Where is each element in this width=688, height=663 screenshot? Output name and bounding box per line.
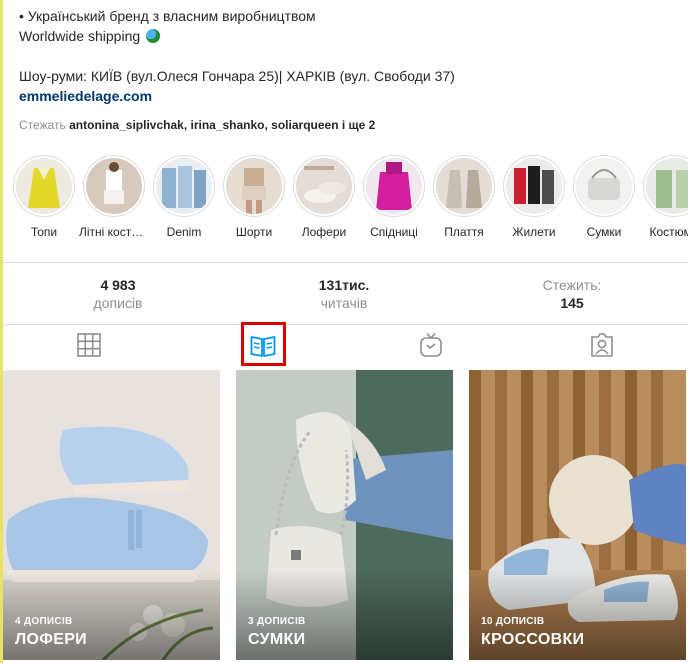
guide-card-loafers[interactable]: 4 ДОПИСІВ ЛОФЕРИ [3, 370, 220, 660]
stats-divider-top [3, 262, 688, 263]
stats-divider-bottom [3, 324, 688, 325]
tab-tagged[interactable] [589, 332, 615, 358]
highlight-suits[interactable]: Костюми [639, 155, 688, 239]
highlight-dresses[interactable]: Плаття [429, 155, 499, 239]
posts-label: дописів [93, 295, 143, 311]
following-stat[interactable]: Стежить: 145 [524, 276, 620, 312]
followed-by-text[interactable]: Стежать antonina_siplivchak, irina_shank… [19, 118, 375, 132]
active-tab-highlight-box [241, 322, 286, 366]
followed-by-more[interactable]: і ще 2 [342, 118, 375, 132]
highlight-shorts[interactable]: Шорти [219, 155, 289, 239]
profile-bio: • Український бренд з власним виробництв… [19, 6, 679, 106]
guide-post-count: 4 ДОПИСІВ [15, 616, 73, 627]
posts-count: 4 983 [100, 277, 136, 293]
highlight-thumbnail [16, 158, 72, 214]
guide-card-sneakers[interactable]: 10 ДОПИСІВ КРОССОВКИ [469, 370, 686, 660]
highlight-label: Плаття [444, 225, 484, 239]
highlight-label: Літні костюми [79, 225, 149, 239]
highlight-thumbnail [576, 158, 632, 214]
highlight-bags[interactable]: Сумки [569, 155, 639, 239]
bio-line-showrooms: Шоу-руми: КИЇВ (вул.Олеся Гончара 25)| Х… [19, 68, 455, 84]
highlight-thumbnail [226, 158, 282, 214]
tagged-user-icon [591, 333, 613, 357]
highlight-label: Сумки [586, 225, 622, 239]
tv-icon [420, 332, 442, 357]
posts-stat: 4 983 дописів [70, 276, 166, 312]
highlight-label: Лофери [301, 225, 347, 239]
following-count: 145 [560, 295, 584, 311]
highlight-thumbnail [366, 158, 422, 214]
tab-igtv[interactable] [418, 332, 444, 358]
highlight-denim[interactable]: Denim [149, 155, 219, 239]
followers-stat[interactable]: 131тис. читачів [296, 276, 392, 312]
bio-shipping-text: Worldwide shipping [19, 28, 141, 44]
highlight-thumbnail [646, 158, 688, 214]
story-highlights: Топи Літні костюми Denim Шорти Лофери Сп… [9, 155, 688, 245]
highlight-label: Спідниці [370, 225, 418, 239]
tab-posts[interactable] [76, 332, 102, 358]
highlight-label: Шорти [235, 225, 273, 239]
highlight-label: Denim [166, 225, 202, 239]
highlight-thumbnail [156, 158, 212, 214]
website-link[interactable]: emmeliedelage.com [19, 86, 152, 106]
highlight-loafers[interactable]: Лофери [289, 155, 359, 239]
guide-title: КРОССОВКИ [481, 631, 585, 648]
highlight-thumbnail [436, 158, 492, 214]
guide-title: ЛОФЕРИ [15, 631, 87, 648]
guide-post-count: 3 ДОПИСІВ [248, 616, 306, 627]
highlight-summer-suits[interactable]: Літні костюми [79, 155, 149, 239]
highlight-label: Костюми [649, 225, 688, 239]
followed-by-users[interactable]: antonina_siplivchak, irina_shanko, solia… [69, 118, 338, 132]
highlight-thumbnail [296, 158, 352, 214]
highlight-thumbnail [506, 158, 562, 214]
followed-by-prefix: Стежать [19, 118, 66, 132]
followers-count: 131тис. [318, 277, 370, 293]
highlight-tops[interactable]: Топи [9, 155, 79, 239]
guide-post-count: 10 ДОПИСІВ [481, 616, 545, 627]
highlight-vests[interactable]: Жилети [499, 155, 569, 239]
guide-title: СУМКИ [248, 631, 306, 648]
following-label: Стежить: [542, 277, 602, 293]
highlight-label: Топи [30, 225, 58, 239]
followers-label: читачів [320, 295, 368, 311]
bio-line-brand: • Український бренд з власним виробництв… [19, 8, 316, 24]
grid-icon [77, 333, 101, 357]
globe-icon [146, 29, 161, 43]
highlight-label: Жилети [512, 225, 556, 239]
guide-card-bags[interactable]: 3 ДОПИСІВ СУМКИ [236, 370, 453, 660]
highlight-thumbnail [86, 158, 142, 214]
bio-line-shipping: Worldwide shipping [19, 26, 679, 46]
highlight-skirts[interactable]: Спідниці [359, 155, 429, 239]
